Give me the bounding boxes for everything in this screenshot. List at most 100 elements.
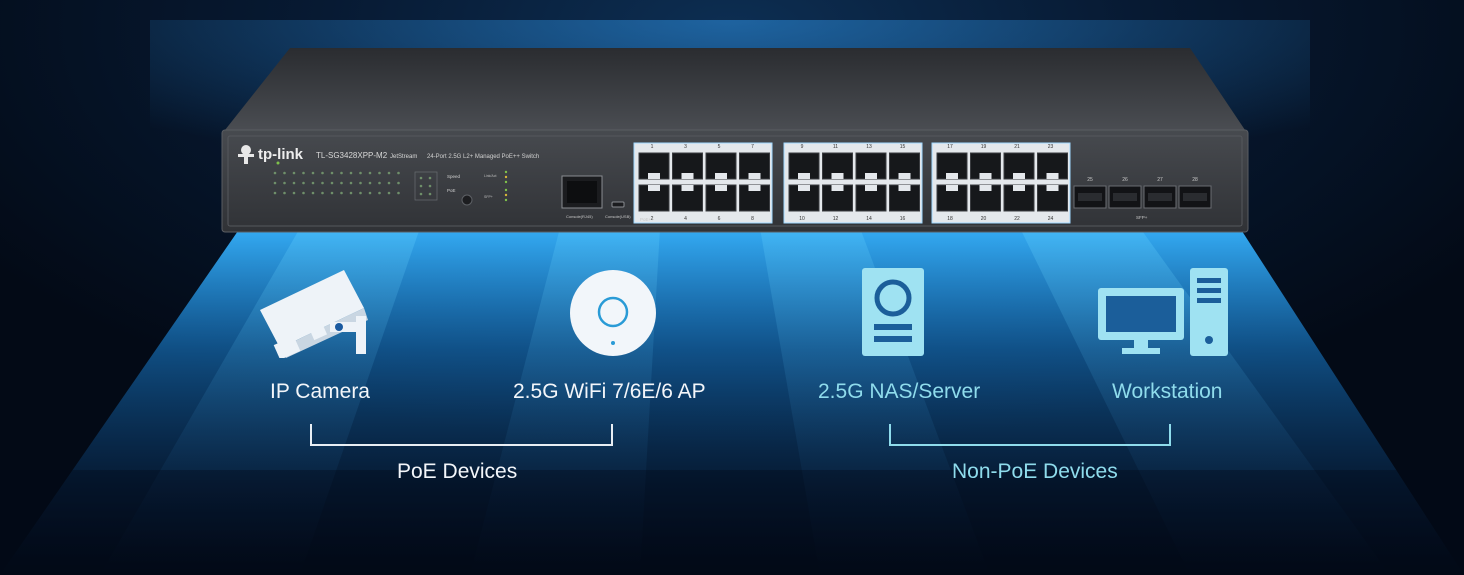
status-led xyxy=(283,181,286,185)
port-number-bottom: 12 xyxy=(833,216,839,222)
port-number-top: 21 xyxy=(1014,144,1020,150)
sfp-led xyxy=(419,192,423,196)
status-led xyxy=(292,171,296,175)
non-poe-group-bracket xyxy=(889,424,1171,446)
port-number-bottom: 6 xyxy=(718,216,721,222)
poe-port-label: PoE++ xyxy=(640,217,654,222)
status-led xyxy=(311,191,315,195)
port-number-top: 7 xyxy=(751,144,754,150)
status-led xyxy=(359,191,362,195)
port-number-top: 9 xyxy=(801,144,804,150)
status-led xyxy=(273,181,277,185)
port-number-top: 15 xyxy=(900,144,906,150)
status-led xyxy=(330,181,334,185)
sfp-port-number: 28 xyxy=(1192,177,1198,183)
series-name: JetStream xyxy=(390,154,417,160)
status-led xyxy=(273,191,277,195)
console-usb-port[interactable] xyxy=(611,201,625,208)
status-led xyxy=(292,181,296,185)
poe-mode-label: PoE xyxy=(447,188,456,193)
console-usb-label: Console(USB) xyxy=(605,214,631,219)
status-led xyxy=(368,181,372,185)
brand-logo-text: tp-link xyxy=(258,146,304,163)
status-led xyxy=(321,191,324,195)
status-led xyxy=(349,191,353,195)
power-led xyxy=(276,161,280,165)
non-poe-devices-label: Non-PoE Devices xyxy=(952,460,1118,483)
status-led xyxy=(378,181,381,185)
svg-text:SFP+: SFP+ xyxy=(484,195,493,199)
status-led xyxy=(368,171,372,175)
status-led xyxy=(340,191,343,195)
sfp-port-number: 25 xyxy=(1087,177,1093,183)
status-led xyxy=(330,191,334,195)
status-led xyxy=(302,171,305,175)
status-led xyxy=(283,171,286,175)
sfp-port-label: SFP+ xyxy=(1136,215,1148,220)
sfp-port-number: 27 xyxy=(1157,177,1163,183)
nas-server-icon xyxy=(862,268,924,356)
workstation-label: Workstation xyxy=(1112,380,1223,403)
port-number-bottom: 20 xyxy=(981,216,987,222)
port-number-top: 13 xyxy=(866,144,872,150)
status-led xyxy=(321,181,324,185)
wifi-ap-label: 2.5G WiFi 7/6E/6 AP xyxy=(513,380,706,403)
status-led xyxy=(321,171,324,175)
port-number-bottom: 16 xyxy=(900,216,906,222)
console-rj45-label: Console(RJ45) xyxy=(566,214,593,219)
status-led xyxy=(387,171,391,175)
sfp-led xyxy=(428,192,432,196)
sfp-led xyxy=(419,176,423,180)
speed-mode-label: Speed xyxy=(447,174,461,179)
status-led xyxy=(387,191,391,195)
port-number-bottom: 14 xyxy=(866,216,872,222)
access-point-icon xyxy=(570,270,656,356)
nas-server-label: 2.5G NAS/Server xyxy=(818,380,981,403)
status-led xyxy=(397,191,400,195)
workstation-icon xyxy=(1098,268,1228,356)
status-led xyxy=(368,191,372,195)
sfp-led xyxy=(428,176,432,180)
port-number-top: 11 xyxy=(833,144,838,150)
status-led xyxy=(311,181,315,185)
security-camera-icon xyxy=(260,270,368,358)
port-number-bottom: 22 xyxy=(1014,216,1020,222)
status-led xyxy=(340,171,343,175)
status-led xyxy=(283,191,286,195)
port-number-top: 19 xyxy=(981,144,987,150)
status-led xyxy=(330,171,334,175)
status-led xyxy=(378,191,381,195)
ip-camera-label: IP Camera xyxy=(270,380,370,403)
port-number-bottom: 8 xyxy=(751,216,754,222)
port-number-top: 3 xyxy=(684,144,687,150)
port-number-bottom: 18 xyxy=(947,216,953,222)
port-number-top: 5 xyxy=(718,144,721,150)
sfp-port-number: 26 xyxy=(1122,177,1128,183)
poe-group-bracket xyxy=(310,424,613,446)
sfp-led xyxy=(428,184,432,188)
reset-button[interactable] xyxy=(461,194,473,206)
status-led xyxy=(378,171,381,175)
rj45-port-array: 123456789101112131415161718192021222324 xyxy=(633,142,1071,224)
status-led xyxy=(349,171,353,175)
status-led xyxy=(273,171,277,175)
status-led xyxy=(387,181,391,185)
product-banner: tp-link TL-SG3428XPP-M2 JetStream 24-Por… xyxy=(0,0,1464,575)
port-number-top: 1 xyxy=(651,144,654,150)
status-led xyxy=(302,191,305,195)
port-number-bottom: 4 xyxy=(684,216,687,222)
svg-text:Link/Act: Link/Act xyxy=(484,174,496,178)
status-led xyxy=(292,191,296,195)
poe-devices-label: PoE Devices xyxy=(397,460,518,483)
status-led xyxy=(397,181,400,185)
sfp-led xyxy=(419,184,423,188)
port-number-top: 17 xyxy=(947,144,953,150)
port-number-top: 23 xyxy=(1048,144,1054,150)
status-led xyxy=(349,181,353,185)
status-led xyxy=(359,171,362,175)
status-led xyxy=(311,171,315,175)
model-number: TL-SG3428XPP-M2 xyxy=(316,151,388,160)
status-led xyxy=(340,181,343,185)
status-led xyxy=(359,181,362,185)
network-switch: tp-link TL-SG3428XPP-M2 JetStream 24-Por… xyxy=(221,48,1249,233)
